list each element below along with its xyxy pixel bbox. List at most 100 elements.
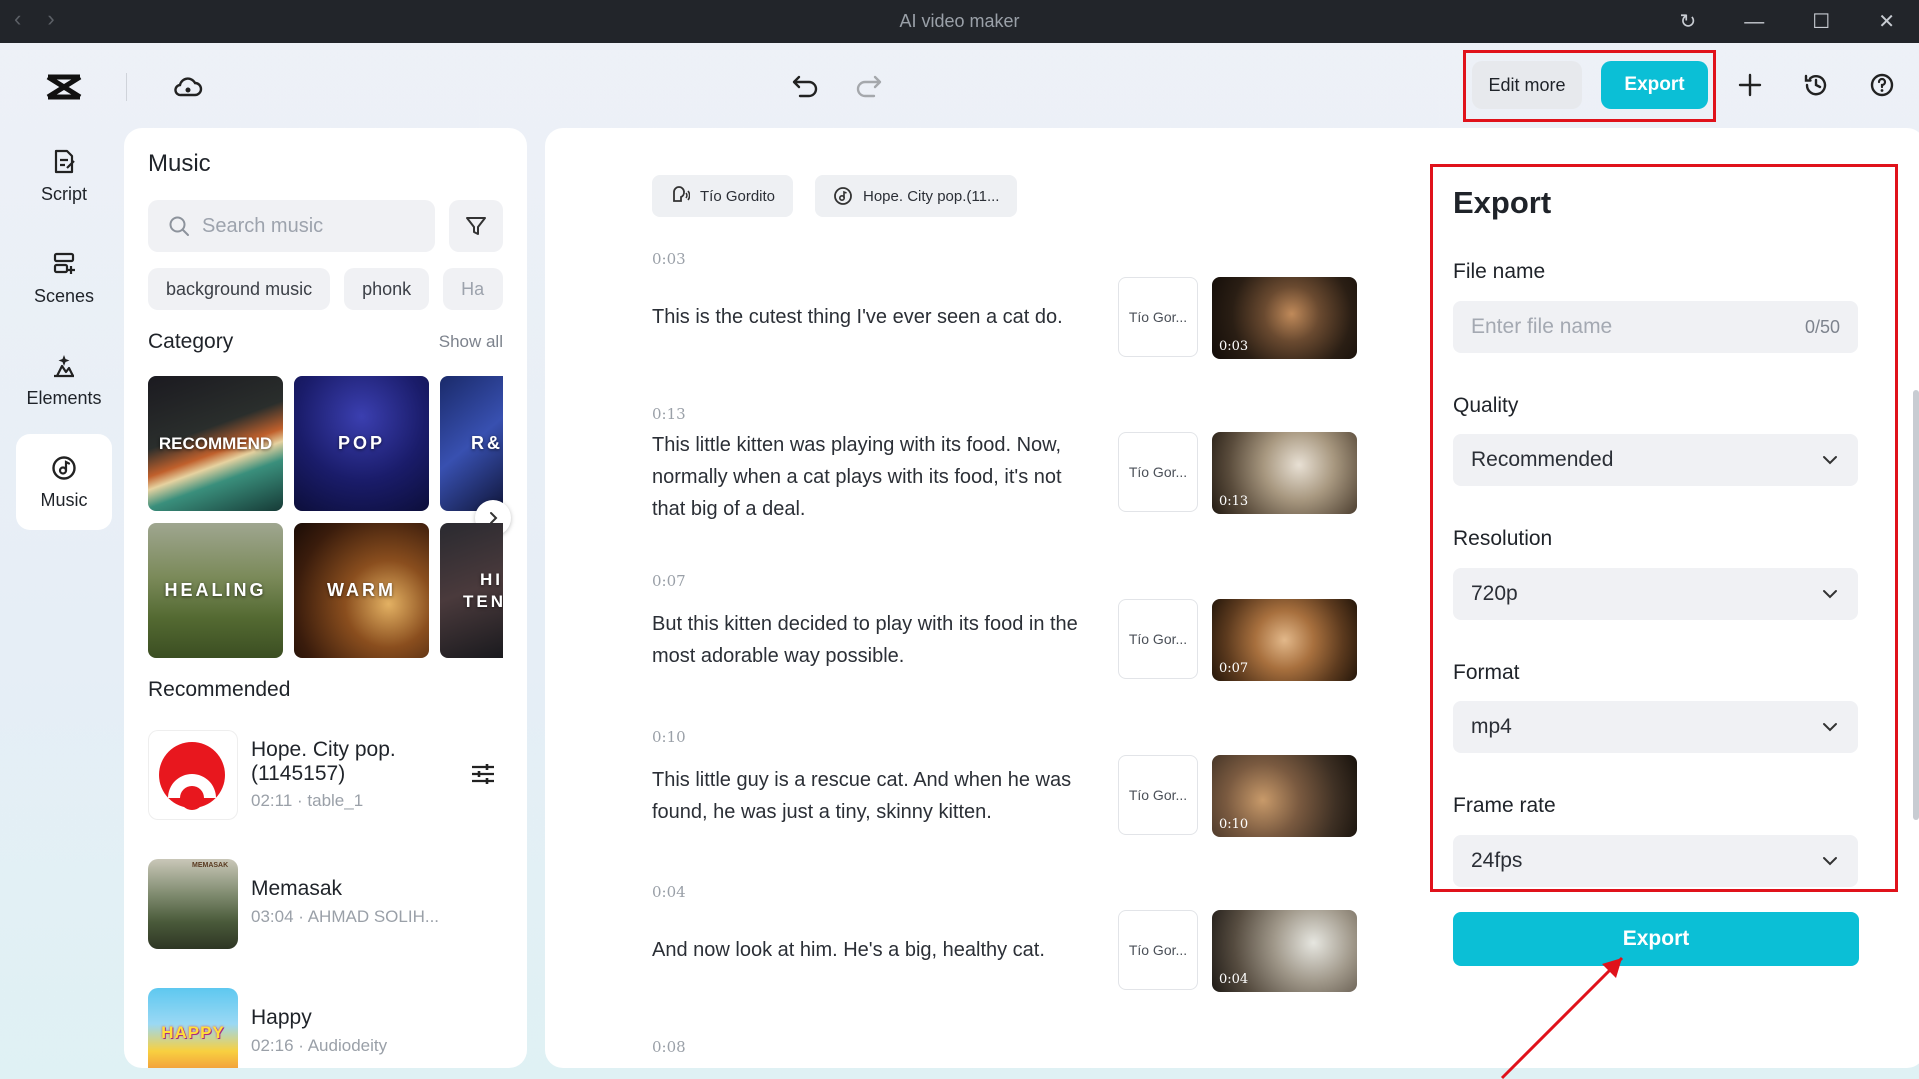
voice-chip-label: Tío Gordito [700, 187, 776, 205]
nav-elements-label: Elements [26, 387, 102, 408]
song-thumbnail-text: HAPPY [161, 1023, 225, 1042]
music-chip-label: Hope. City pop.(11... [863, 187, 1000, 205]
nav-script[interactable]: Script [16, 128, 112, 224]
song-item[interactable]: MEMASAK Memasak 03:04 · AHMAD SOLIH... [148, 859, 503, 949]
history-icon[interactable] [1802, 71, 1830, 99]
search-music-input[interactable]: Search music [148, 200, 435, 252]
song-name: Happy [251, 1006, 312, 1029]
segment-text[interactable]: This is the cutest thing I've ever seen … [652, 301, 1097, 333]
segment-video-thumbnail[interactable]: 0:13 [1212, 432, 1357, 514]
segment-voice[interactable]: Tío Gor... [1118, 599, 1198, 679]
song-name: Hope. City pop. (1145157) [251, 738, 396, 785]
redo-icon[interactable] [852, 69, 884, 101]
chip-background-music[interactable]: background music [148, 268, 331, 310]
nav-scenes[interactable]: Scenes [16, 230, 112, 326]
frame-rate-label: Frame rate [1453, 794, 1556, 817]
category-tile-healing[interactable]: HEALING [148, 523, 283, 658]
file-name-placeholder: Enter file name [1471, 315, 1613, 338]
export-top-button[interactable]: Export [1601, 61, 1708, 109]
resolution-value: 720p [1471, 582, 1518, 605]
segment-video-thumbnail[interactable]: 0:10 [1212, 755, 1357, 837]
edit-more-button[interactable]: Edit more [1472, 61, 1582, 109]
music-panel: Music Search music background music phon… [124, 128, 527, 1068]
nav-music-label: Music [40, 489, 88, 510]
song-thumbnail [148, 730, 238, 820]
back-arrow-icon[interactable]: ‹ [14, 6, 21, 32]
format-select[interactable]: mp4 [1453, 701, 1858, 753]
segment-text[interactable]: But this kitten decided to play with its… [652, 608, 1097, 672]
quality-select[interactable]: Recommended [1453, 434, 1858, 486]
category-tile-rb[interactable]: R& [440, 376, 503, 511]
undo-icon[interactable] [790, 69, 822, 101]
nav-scenes-label: Scenes [33, 285, 95, 306]
category-tile-recommend[interactable]: RECOMMEND [148, 376, 283, 511]
song-item[interactable]: HAPPY Happy 02:16 · Audiodeity [148, 988, 503, 1068]
segment-voice[interactable]: Tío Gor... [1118, 910, 1198, 990]
script-segment[interactable]: 0:07 But this kitten decided to play wit… [652, 572, 1372, 712]
nav-elements[interactable]: Elements [16, 332, 112, 428]
song-meta: 02:16 · Audiodeity [251, 1036, 388, 1055]
frame-rate-select[interactable]: 24fps [1453, 835, 1858, 887]
maximize-icon[interactable]: ☐ [1812, 12, 1830, 32]
elements-icon [54, 354, 74, 377]
script-segment[interactable]: 0:04 And now look at him. He's a big, he… [652, 883, 1372, 1023]
song-name: Memasak [251, 877, 343, 900]
segment-voice[interactable]: Tío Gor... [1118, 755, 1198, 835]
segment-video-thumbnail[interactable]: 0:04 [1212, 910, 1357, 992]
file-name-input[interactable]: Enter file name 0/50 [1453, 301, 1858, 353]
category-tile-warm[interactable]: WARM [294, 523, 429, 658]
category-tile-pop[interactable]: POP [294, 376, 429, 511]
search-icon [169, 216, 189, 236]
segment-voice[interactable]: Tío Gor... [1118, 432, 1198, 512]
segment-duration: 0:10 [1219, 817, 1249, 832]
song-meta: 03:04 · AHMAD SOLIH... [251, 907, 440, 926]
script-segment[interactable]: 0:08 [652, 1038, 1372, 1068]
export-button[interactable]: Export [1453, 912, 1859, 966]
segment-text[interactable]: This little kitten was playing with its … [652, 429, 1097, 525]
category-header: Category Show all [148, 330, 503, 354]
help-icon[interactable] [1868, 71, 1896, 99]
scrollbar[interactable] [1913, 390, 1919, 820]
music-chip[interactable]: Hope. City pop.(11... [815, 175, 1018, 217]
cloud-icon[interactable] [172, 71, 204, 103]
segment-video-thumbnail[interactable]: 0:07 [1212, 599, 1357, 681]
segment-time: 0:13 [652, 405, 686, 423]
forward-arrow-icon[interactable]: › [47, 6, 54, 32]
music-panel-title: Music [148, 150, 211, 177]
segment-video-thumbnail[interactable]: 0:03 [1212, 277, 1357, 359]
segment-duration: 0:03 [1219, 339, 1249, 354]
adjust-icon[interactable] [469, 760, 497, 788]
file-name-count: 0/50 [1804, 316, 1840, 337]
export-title: Export [1453, 185, 1552, 220]
script-segment[interactable]: 0:13 This little kitten was playing with… [652, 405, 1372, 545]
song-meta: 02:11 · table_1 [251, 791, 364, 810]
minimize-icon[interactable]: — [1744, 12, 1764, 32]
segment-text[interactable]: And now look at him. He's a big, healthy… [652, 934, 1097, 966]
voice-chip[interactable]: Tío Gordito [652, 175, 794, 217]
segment-time: 0:10 [652, 728, 686, 746]
category-tile-hitech[interactable]: HI TEN [440, 523, 503, 658]
close-icon[interactable]: ✕ [1878, 12, 1895, 32]
chip-ha[interactable]: Ha [443, 268, 504, 310]
filter-button[interactable] [449, 200, 503, 252]
nav-music[interactable]: Music [16, 434, 112, 530]
plus-icon[interactable] [1736, 71, 1764, 99]
script-segment[interactable]: 0:10 This little guy is a rescue cat. An… [652, 728, 1372, 868]
music-icon [52, 455, 76, 480]
show-all-link[interactable]: Show all [439, 332, 503, 352]
segment-duration: 0:04 [1219, 972, 1249, 987]
script-segment[interactable]: 0:03 This is the cutest thing I've ever … [652, 250, 1372, 370]
resolution-select[interactable]: 720p [1453, 568, 1858, 620]
segment-voice[interactable]: Tío Gor... [1118, 277, 1198, 357]
segment-duration: 0:07 [1219, 661, 1249, 676]
filter-icon [466, 217, 486, 235]
song-item[interactable]: Hope. City pop. (1145157) 02:11 · table_… [148, 730, 503, 820]
capcut-logo-icon[interactable] [44, 67, 84, 107]
window-controls: ↻ — ☐ ✕ [1680, 0, 1895, 43]
refresh-icon[interactable]: ↻ [1680, 12, 1697, 32]
segment-text[interactable]: This little guy is a rescue cat. And whe… [652, 764, 1097, 828]
chip-phonk[interactable]: phonk [344, 268, 430, 310]
quality-label: Quality [1453, 394, 1519, 417]
script-icon [54, 149, 75, 173]
song-cover-icon [159, 742, 225, 810]
